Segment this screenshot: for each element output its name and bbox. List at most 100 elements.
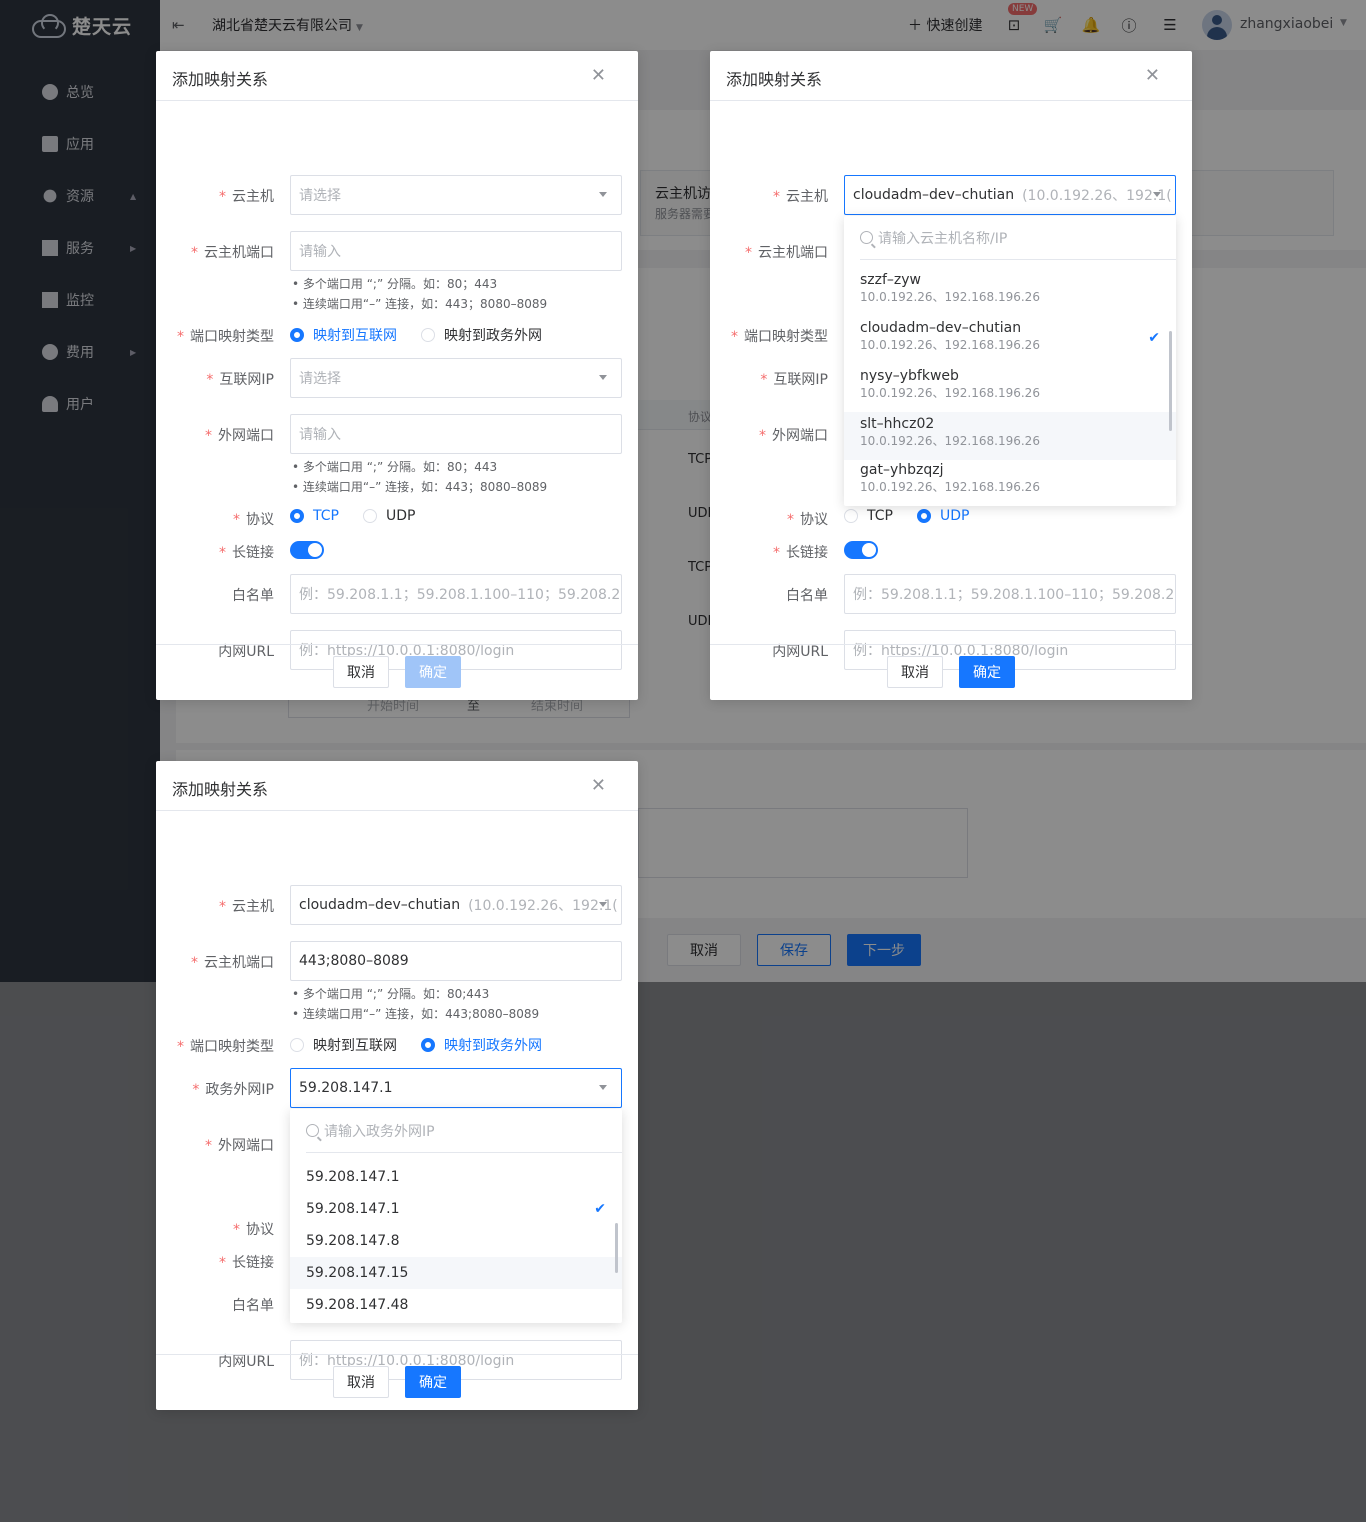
port-hint: • 多个端口用 “;” 分隔。如：80；443 [292,277,498,291]
port-hint: • 连续端口用“–” 连接，如：443；8080–8089 [292,297,548,311]
chevron-down-icon [599,902,607,907]
host-select[interactable]: cloudadm–dev–chutian (10.0.192.26、192.1( [290,885,622,925]
radio-udp[interactable]: UDP [362,508,415,524]
radio-tcp[interactable]: TCP [844,508,893,524]
dialog-body: * 云主机 cloudadm–dev–chutian (10.0.192.26、19… [710,101,1192,670]
keepalive-label: * 长链接 [773,545,828,561]
cancel-button[interactable]: 取消 [887,656,943,688]
host-label: * 云主机 [219,899,274,915]
whitelist-label: 白名单 [232,588,274,604]
map-type-radio-group: 映射到互联网 映射到政务外网 [290,325,566,345]
radio-udp[interactable]: UDP [916,508,969,524]
search-icon [306,1124,319,1137]
close-icon[interactable]: ✕ [591,65,606,86]
protocol-radio-group: TCP UDP [844,508,993,524]
map-type-label: * 端口映射类型 [177,329,274,345]
add-mapping-dialog-2: 添加映射关系 ✕ * 云主机 cloudadm–dev–chutian (10.0.… [710,51,1192,700]
dialog-header: 添加映射关系 ✕ [710,51,1192,101]
dropdown-scrollbar[interactable] [615,1223,618,1273]
dialog-body: * 云主机 请选择 * 云主机端口 请输入 • 多个端口用 “;” 分隔。如：80；… [156,101,638,670]
dialog-title: 添加映射关系 [726,70,823,89]
host-search-input[interactable]: 请输入云主机名称/IP [860,216,1176,260]
dropdown-scrollbar[interactable] [1169,331,1172,431]
confirm-button[interactable]: 确定 [405,656,461,688]
radio-internet[interactable]: 映射到互联网 [290,325,397,345]
keepalive-label: * 长链接 [219,1255,274,1271]
dialog-title: 添加映射关系 [172,780,269,799]
keepalive-switch[interactable] [290,541,324,559]
host-label: * 云主机 [773,189,828,205]
dialog-title: 添加映射关系 [172,70,269,89]
protocol-label: * 协议 [233,1222,274,1238]
check-icon: ✔ [594,1201,606,1217]
dropdown-option[interactable]: gat–yhbzqzj 10.0.192.26、192.168.196.26 [844,460,1176,506]
dialog-footer: 取消 确定 [156,1354,638,1410]
port-hint: • 多个端口用 “;” 分隔。如：80;443 [292,987,490,1001]
gov-ip-search-input[interactable]: 请输入政务外网IP [306,1109,622,1153]
keepalive-switch[interactable] [844,541,878,559]
host-port-label: * 云主机端口 [191,245,274,261]
search-icon [860,231,873,244]
whitelist-input[interactable]: 例：59.208.1.1；59.208.1.100–110；59.208.2.0… [844,574,1176,614]
protocol-label: * 协议 [787,512,828,528]
dropdown-option[interactable]: cloudadm–dev–chutian 10.0.192.26、192.168.… [844,316,1176,364]
gov-ip-label: * 政务外网IP [192,1082,274,1098]
dropdown-option[interactable]: nysy–ybfkweb 10.0.192.26、192.168.196.26 [844,364,1176,412]
gov-ip-select[interactable]: 59.208.147.1 [290,1068,622,1108]
cancel-button[interactable]: 取消 [333,656,389,688]
ext-port-label: * 外网端口 [205,428,274,444]
check-icon: ✔ [1148,330,1160,346]
dropdown-option[interactable]: 59.208.147.15 [290,1257,622,1289]
public-ip-label: * 互联网IP [760,372,828,388]
host-port-label: * 云主机端口 [191,955,274,971]
whitelist-label: 白名单 [232,1298,274,1314]
dialog-footer: 取消 确定 [156,644,638,700]
host-port-input[interactable]: 443;8080–8089 [290,941,622,981]
dialog-header: 添加映射关系 ✕ [156,51,638,101]
keepalive-label: * 长链接 [219,545,274,561]
public-ip-select[interactable]: 请选择 [290,358,622,398]
confirm-button[interactable]: 确定 [405,1366,461,1398]
close-icon[interactable]: ✕ [591,775,606,796]
dropdown-option[interactable]: szzf–zyw 10.0.192.26、192.168.196.26 [844,268,1176,316]
close-icon[interactable]: ✕ [1145,65,1160,86]
host-port-label: * 云主机端口 [745,245,828,261]
host-select[interactable]: 请选择 [290,175,622,215]
map-type-label: * 端口映射类型 [731,329,828,345]
dropdown-option[interactable]: 59.208.147.1 ✔ [290,1193,622,1225]
port-hint: • 连续端口用“–” 连接，如：443;8080–8089 [292,1007,540,1021]
map-type-label: * 端口映射类型 [177,1039,274,1055]
ext-port-input[interactable]: 请输入 [290,414,622,454]
radio-gov-network[interactable]: 映射到政务外网 [421,1035,542,1055]
dialog-body: * 云主机 cloudadm–dev–chutian (10.0.192.26、19… [156,811,638,1380]
ext-port-label: * 外网端口 [759,428,828,444]
chevron-down-icon [599,192,607,197]
radio-gov-network[interactable]: 映射到政务外网 [421,325,542,345]
host-label: * 云主机 [219,189,274,205]
ext-port-label: * 外网端口 [205,1138,274,1154]
radio-tcp[interactable]: TCP [290,508,339,524]
confirm-button[interactable]: 确定 [959,656,1015,688]
host-dropdown: 请输入云主机名称/IP szzf–zyw 10.0.192.26、192.168.… [844,216,1176,506]
whitelist-label: 白名单 [786,588,828,604]
chevron-down-icon [599,375,607,380]
dropdown-option[interactable]: slt–hhcz02 10.0.192.26、192.168.196.26 [844,412,1176,460]
dropdown-option[interactable]: 59.208.147.8 [290,1225,622,1257]
dropdown-option[interactable]: 59.208.147.48 [290,1289,622,1321]
protocol-radio-group: TCP UDP [290,508,439,524]
dropdown-option[interactable]: 59.208.147.1 [290,1161,622,1193]
radio-internet[interactable]: 映射到互联网 [290,1035,397,1055]
host-select[interactable]: cloudadm–dev–chutian (10.0.192.26、192.1( [844,175,1176,215]
chevron-down-icon [1153,192,1161,197]
dialog-footer: 取消 确定 [710,644,1192,700]
add-mapping-dialog-3: 添加映射关系 ✕ * 云主机 cloudadm–dev–chutian (10.0.… [156,761,638,1410]
public-ip-label: * 互联网IP [206,372,274,388]
host-port-input[interactable]: 请输入 [290,231,622,271]
protocol-label: * 协议 [233,512,274,528]
add-mapping-dialog-1: 添加映射关系 ✕ * 云主机 请选择 * 云主机端口 请输入 • 多个端口用 “;”… [156,51,638,700]
chevron-down-icon [599,1085,607,1090]
gov-ip-dropdown: 请输入政务外网IP 59.208.147.1 59.208.147.1 ✔ 59.… [290,1109,622,1323]
port-hint: • 连续端口用“–” 连接，如：443；8080–8089 [292,480,548,494]
whitelist-input[interactable]: 例：59.208.1.1；59.208.1.100–110；59.208.2.0… [290,574,622,614]
cancel-button[interactable]: 取消 [333,1366,389,1398]
